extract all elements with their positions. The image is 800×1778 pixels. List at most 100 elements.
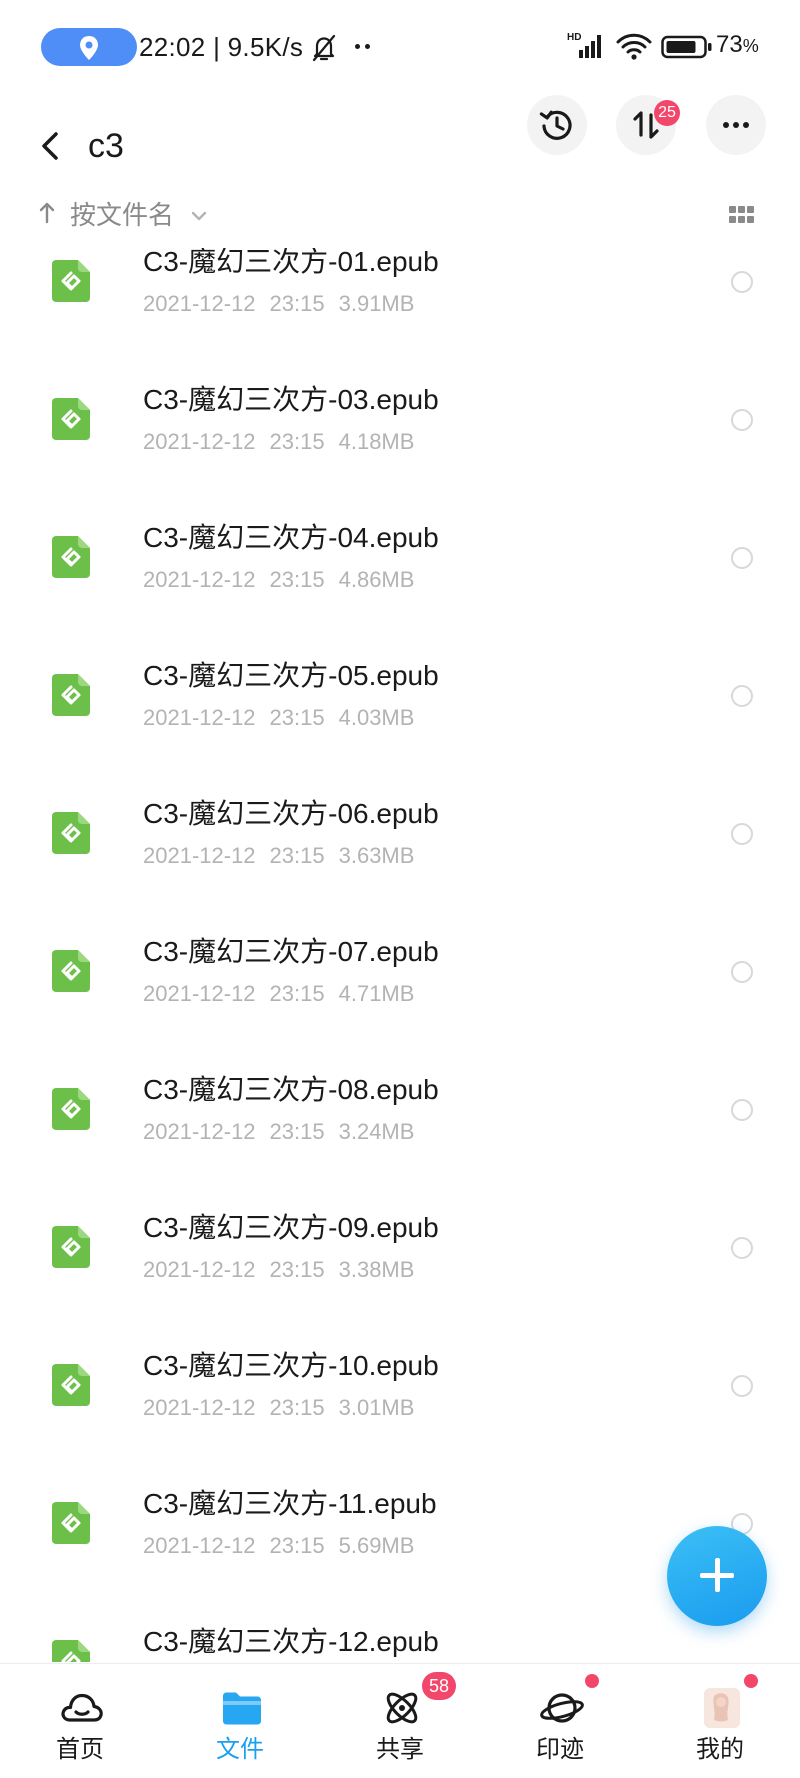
folder-icon (223, 1692, 261, 1725)
file-time: 23:15 (269, 1119, 325, 1144)
file-size: 3.91MB (338, 291, 415, 316)
file-time: 23:15 (269, 1395, 325, 1420)
select-checkbox[interactable] (731, 961, 753, 983)
file-meta: 2021-12-12 23:15 4.18MB (143, 427, 414, 457)
file-time: 23:15 (269, 1257, 325, 1282)
more-icon (723, 122, 749, 128)
file-size: 3.24MB (338, 1119, 415, 1144)
file-date: 2021-12-12 (143, 705, 256, 730)
add-button[interactable] (667, 1526, 767, 1626)
epub-file-icon (52, 1226, 90, 1268)
file-time: 23:15 (269, 843, 325, 868)
file-size: 3.38MB (338, 1257, 415, 1282)
file-size: 3.63MB (338, 843, 415, 868)
battery-percent: 73% (716, 31, 759, 58)
grid-view-icon[interactable] (729, 206, 755, 224)
epub-file-icon (52, 260, 90, 302)
file-row[interactable]: C3-魔幻三次方-08.epub 2021-12-12 23:15 3.24MB (0, 1052, 800, 1190)
epub-file-icon (52, 1640, 90, 1662)
epub-file-icon (52, 536, 90, 578)
epub-file-icon (52, 398, 90, 440)
nav-share[interactable]: 58 共享 (340, 1664, 460, 1778)
nav-share-badge: 58 (422, 1672, 456, 1700)
file-time: 23:15 (269, 1533, 325, 1558)
select-checkbox[interactable] (731, 1099, 753, 1121)
sort-bar: 按文件名 (0, 190, 800, 242)
file-meta: 2021-12-12 23:15 3.63MB (143, 841, 414, 871)
file-meta: 2021-12-12 23:15 4.71MB (143, 979, 414, 1009)
file-name: C3-魔幻三次方-09.epub (143, 1212, 439, 1243)
history-icon (539, 110, 572, 140)
home-cloud-icon (61, 1693, 103, 1722)
select-checkbox[interactable] (731, 823, 753, 845)
file-date: 2021-12-12 (143, 981, 256, 1006)
file-size: 4.03MB (338, 705, 415, 730)
select-checkbox[interactable] (731, 547, 753, 569)
file-name: C3-魔幻三次方-04.epub (143, 522, 439, 553)
file-name: C3-魔幻三次方-12.epub (143, 1626, 439, 1657)
select-checkbox[interactable] (731, 409, 753, 431)
file-name: C3-魔幻三次方-08.epub (143, 1074, 439, 1105)
file-row[interactable]: C3-魔幻三次方-09.epub 2021-12-12 23:15 3.38MB (0, 1190, 800, 1328)
chevron-down-icon[interactable] (190, 210, 208, 222)
nav-traces-label: 印迹 (536, 1736, 584, 1763)
file-date: 2021-12-12 (143, 567, 256, 592)
file-date: 2021-12-12 (143, 1257, 256, 1282)
file-time: 23:15 (269, 981, 325, 1006)
file-size: 4.71MB (338, 981, 415, 1006)
file-time: 23:15 (269, 291, 325, 316)
file-row[interactable]: C3-魔幻三次方-05.epub 2021-12-12 23:15 4.03MB (0, 638, 800, 776)
nav-traces[interactable]: 印迹 (500, 1664, 620, 1778)
file-time: 23:15 (269, 567, 325, 592)
epub-file-icon (52, 1502, 90, 1544)
planet-icon (540, 1693, 584, 1723)
file-name: C3-魔幻三次方-06.epub (143, 798, 439, 829)
file-size: 5.69MB (338, 1533, 415, 1558)
nav-home[interactable]: 首页 (20, 1664, 140, 1778)
epub-file-icon (52, 950, 90, 992)
select-checkbox[interactable] (731, 1237, 753, 1259)
file-name: C3-魔幻三次方-07.epub (143, 936, 439, 967)
sort-up-arrow-icon[interactable] (38, 200, 56, 226)
avatar-icon (704, 1688, 740, 1728)
back-icon[interactable] (36, 126, 66, 166)
file-row[interactable]: C3-魔幻三次方-03.epub 2021-12-12 23:15 4.18MB (0, 362, 800, 500)
file-name: C3-魔幻三次方-01.epub (143, 248, 439, 277)
nav-files-label: 文件 (216, 1736, 264, 1763)
nav-mine[interactable]: 我的 (660, 1664, 780, 1778)
page-title: c3 (88, 127, 124, 165)
bottom-nav: 首页 文件 58 共享 印迹 我的 (0, 1663, 800, 1778)
status-bar: 22:02 | 9.5K/s HD 73% (0, 0, 800, 96)
nav-share-label: 共享 (376, 1736, 424, 1763)
more-button[interactable] (706, 95, 766, 155)
file-row[interactable]: C3-魔幻三次方-12.epub (0, 1604, 800, 1662)
share-atom-icon (386, 1692, 418, 1724)
file-date: 2021-12-12 (143, 1395, 256, 1420)
nav-files[interactable]: 文件 (180, 1664, 300, 1778)
file-row[interactable]: C3-魔幻三次方-07.epub 2021-12-12 23:15 4.71MB (0, 914, 800, 1052)
history-button[interactable] (527, 95, 587, 155)
file-row[interactable]: C3-魔幻三次方-06.epub 2021-12-12 23:15 3.63MB (0, 776, 800, 914)
transfer-badge: 25 (654, 100, 680, 126)
select-checkbox[interactable] (731, 1375, 753, 1397)
file-meta: 2021-12-12 23:15 3.91MB (143, 289, 414, 319)
file-meta: 2021-12-12 23:15 3.38MB (143, 1255, 414, 1285)
bell-muted-icon (312, 34, 336, 62)
file-date: 2021-12-12 (143, 291, 256, 316)
nav-home-label: 首页 (56, 1736, 104, 1763)
nav-mine-dot (744, 1674, 758, 1688)
file-date: 2021-12-12 (143, 429, 256, 454)
file-row[interactable]: C3-魔幻三次方-10.epub 2021-12-12 23:15 3.01MB (0, 1328, 800, 1466)
select-checkbox[interactable] (731, 685, 753, 707)
select-checkbox[interactable] (731, 271, 753, 293)
file-size: 4.18MB (338, 429, 415, 454)
file-time: 23:15 (269, 705, 325, 730)
location-icon (80, 36, 98, 60)
nav-traces-dot (585, 1674, 599, 1688)
file-row[interactable]: C3-魔幻三次方-04.epub 2021-12-12 23:15 4.86MB (0, 500, 800, 638)
epub-file-icon (52, 812, 90, 854)
epub-file-icon (52, 1088, 90, 1130)
file-row[interactable]: C3-魔幻三次方-01.epub 2021-12-12 23:15 3.91MB (0, 248, 800, 362)
file-name: C3-魔幻三次方-03.epub (143, 384, 439, 415)
sort-label[interactable]: 按文件名 (70, 198, 174, 232)
